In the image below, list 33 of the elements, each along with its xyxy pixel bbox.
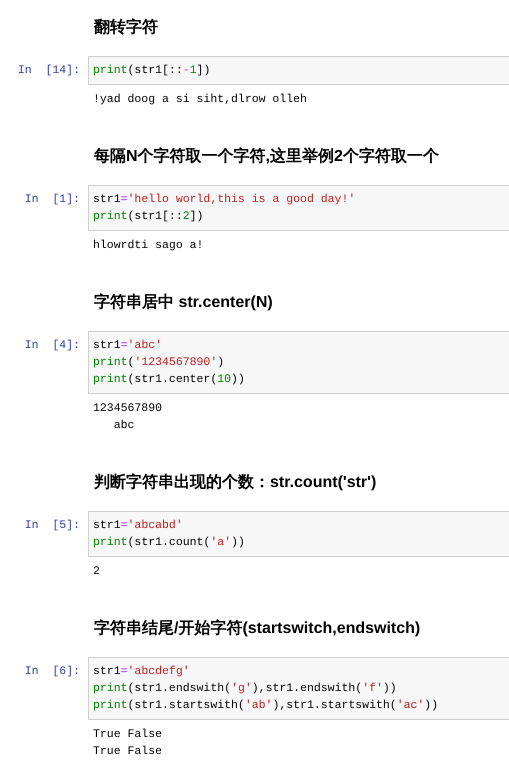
code-line: str1='abc' <box>93 338 164 354</box>
output-line: True False <box>93 727 164 743</box>
section-heading: 每隔N个字符取一个字符,这里举例2个字符取一个 <box>93 146 440 167</box>
section-heading: 判断字符串出现的个数：str.count('str') <box>92 472 378 493</box>
output-line: !yad doog a si siht,dlrow olleh <box>93 92 308 108</box>
code-line: print(str1[::2]) <box>93 209 204 225</box>
input-prompt: In [5]: <box>24 518 81 534</box>
code-input-area[interactable]: str1='abcabd' print(str1.count('a')) <box>88 511 509 557</box>
section-heading: 字符串居中 str.center(N) <box>93 292 274 313</box>
input-prompt: In [6]: <box>24 664 81 680</box>
input-prompt: In [14]: <box>16 63 81 79</box>
code-line: print(str1.startswith('ab'),str1.startswith('ac')) <box>93 698 440 714</box>
code-line: print(str1.center(10)) <box>93 372 246 388</box>
output-line: True False <box>93 744 164 760</box>
code-input-area[interactable]: print(str1[::-1]) <box>88 56 509 85</box>
code-line: str1='hello world,this is a good day!' <box>93 192 356 208</box>
code-line: print(str1.endswith('g'),str1.endswith('f')) <box>93 681 398 697</box>
input-prompt: In [4]: <box>24 338 81 354</box>
code-line: str1='abcabd' <box>93 518 184 534</box>
code-line: print(str1[::-1]) <box>93 63 212 79</box>
output-line: hlowrdti sago a! <box>93 238 204 254</box>
output-line: abc <box>112 418 136 434</box>
code-input-area[interactable]: str1='hello world,this is a good day!' print(str1[::2]) <box>88 185 509 231</box>
section-heading: 翻转字符 <box>92 17 159 38</box>
code-line: str1='abcdefg' <box>93 664 191 680</box>
code-input-area[interactable]: str1='abc' print('1234567890') print(str1.center(10)) <box>88 331 509 394</box>
code-input-area[interactable]: str1='abcdefg' print(str1.endswith('g'),str1.endswith('f')) print(str1.startswith('ab'),str1.startswith('ac')) <box>88 657 509 720</box>
section-heading: 字符串结尾/开始字符(startswitch,endswitch) <box>93 618 422 639</box>
code-line: print('1234567890') <box>93 355 226 371</box>
input-prompt: In [1]: <box>24 192 81 208</box>
output-line: 1234567890 <box>93 401 164 417</box>
output-line: 2 <box>93 564 101 580</box>
code-line: print(str1.count('a')) <box>93 535 246 551</box>
